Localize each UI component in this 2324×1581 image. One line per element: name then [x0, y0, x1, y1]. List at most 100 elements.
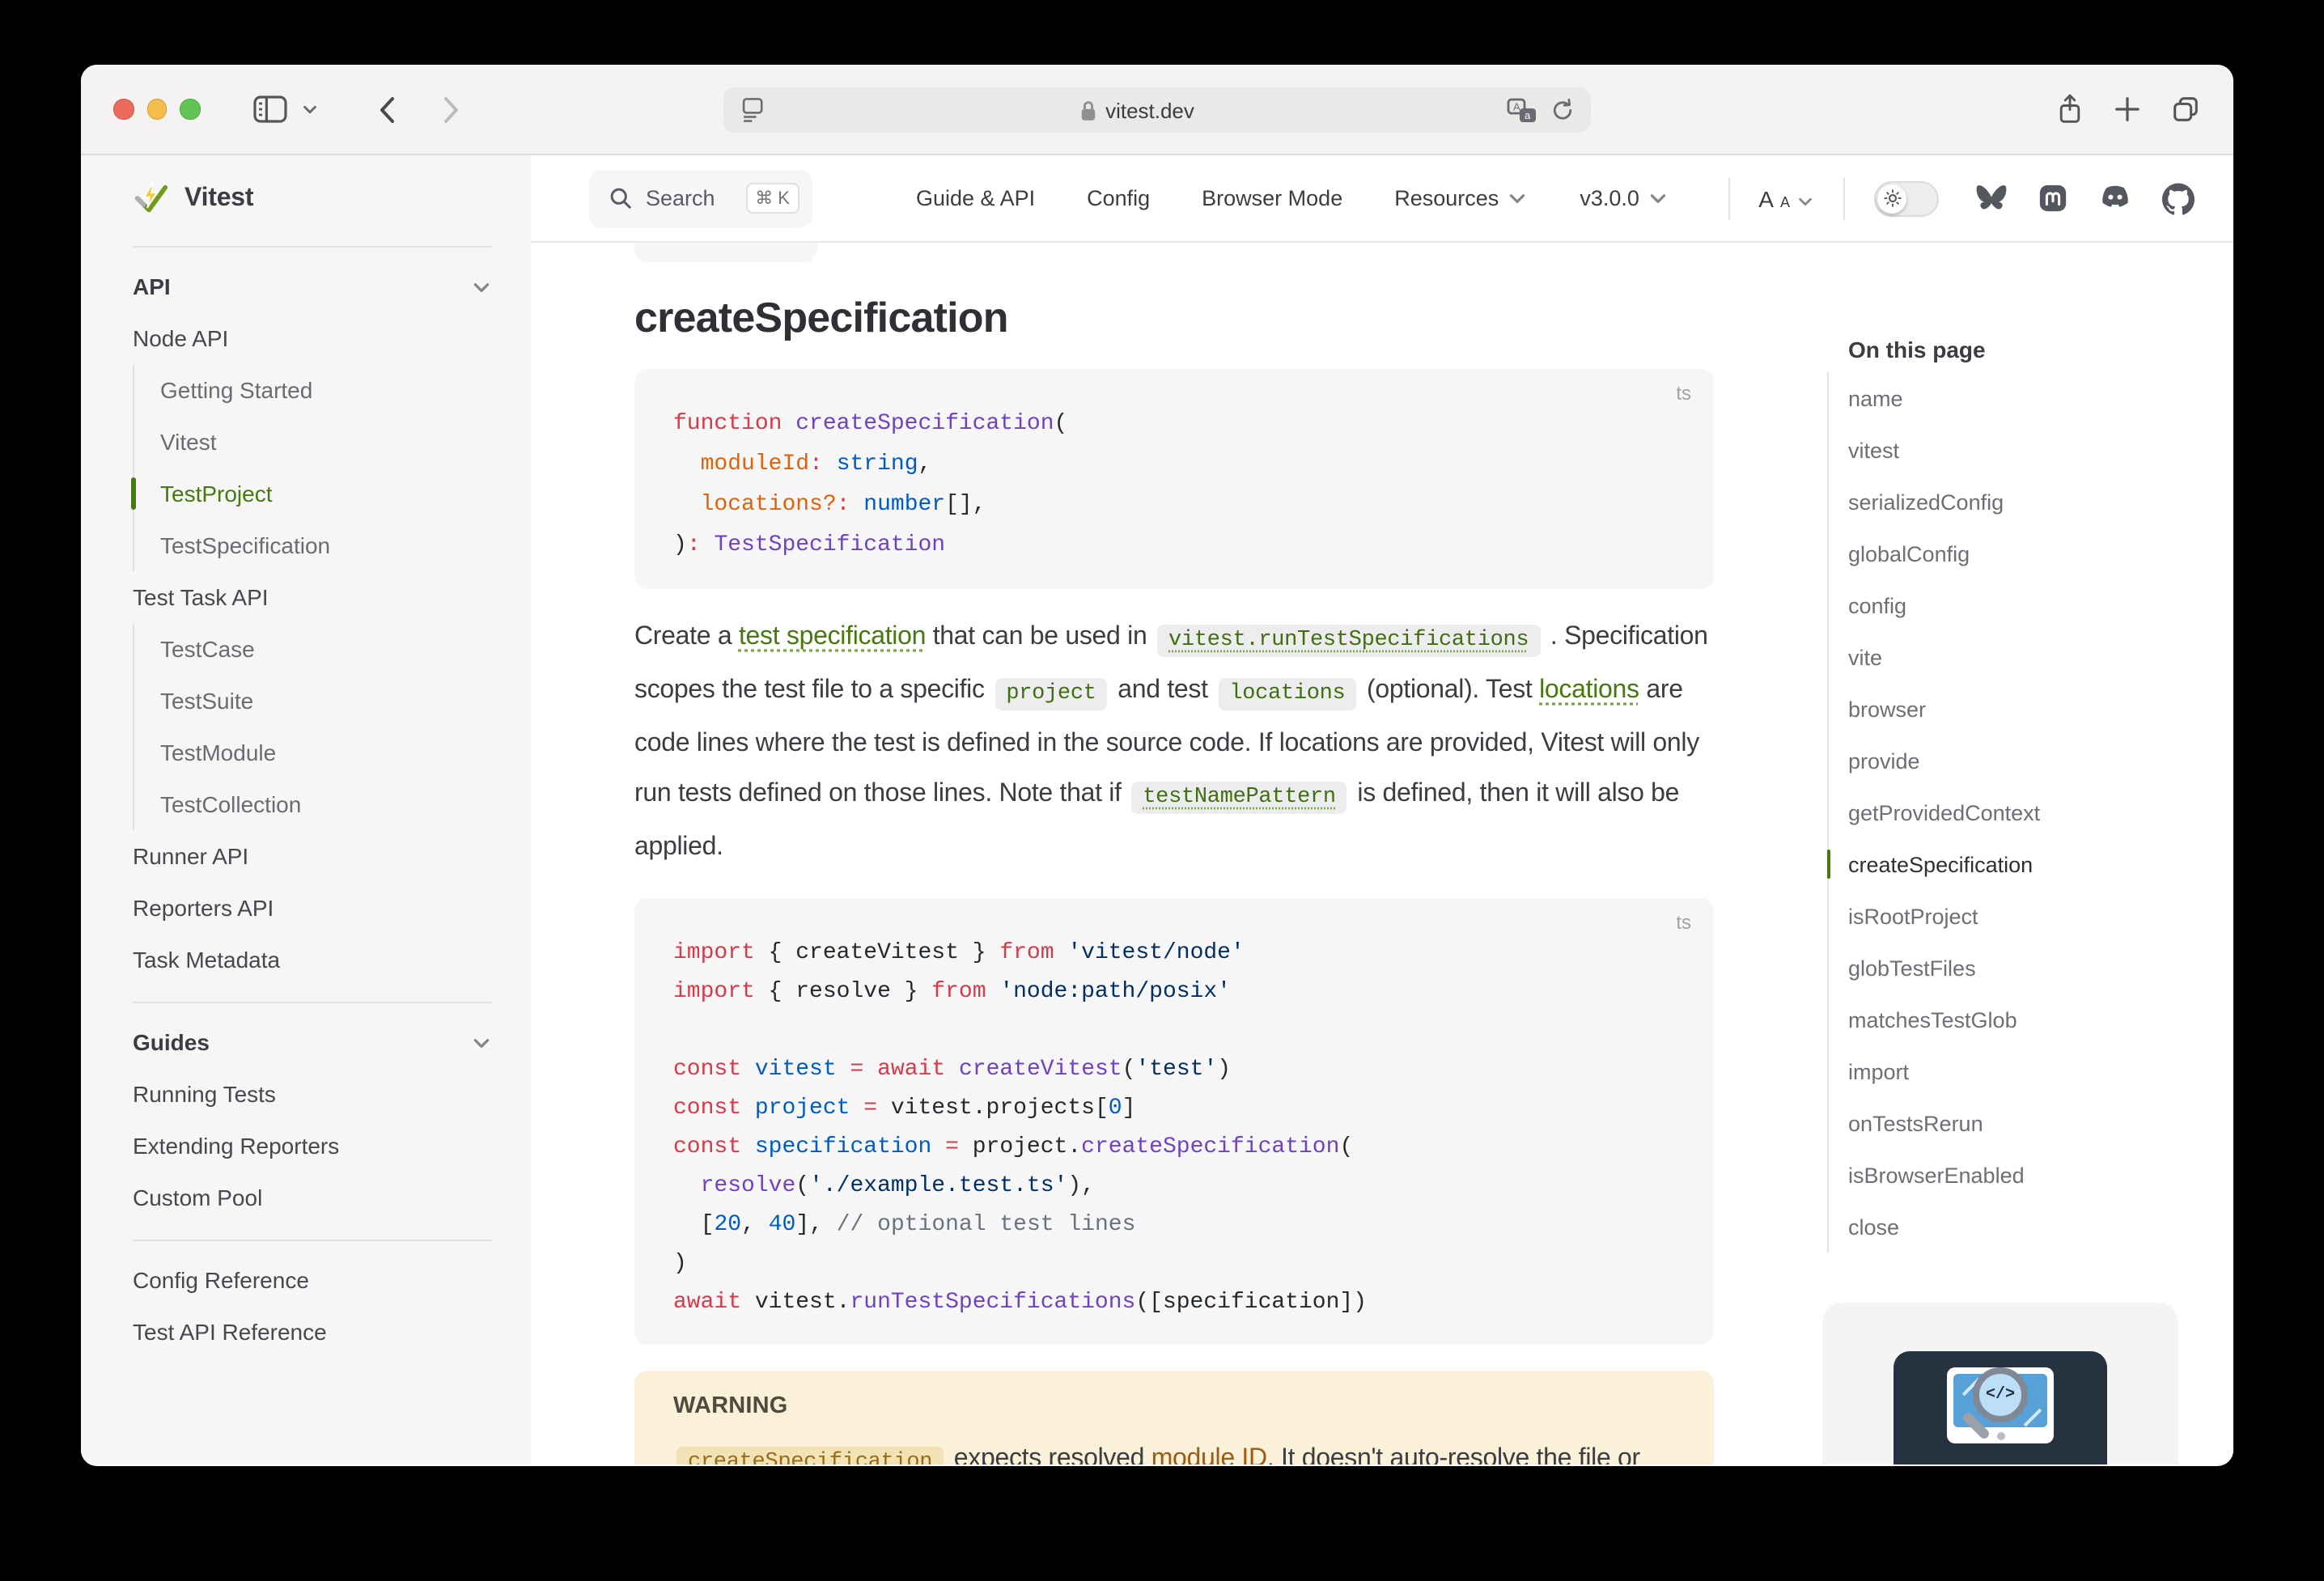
- nav-link-browser-mode[interactable]: Browser Mode: [1202, 186, 1342, 210]
- new-tab-button[interactable]: [2114, 95, 2141, 123]
- inline-link[interactable]: module ID: [1151, 1445, 1267, 1464]
- sidebar-item-vitest[interactable]: Vitest: [160, 416, 492, 468]
- inline-code: locations: [1218, 677, 1356, 710]
- svg-text:A: A: [1513, 100, 1520, 112]
- sidebar-item-testcollection[interactable]: TestCollection: [160, 778, 492, 830]
- chevron-down-icon: [1796, 192, 1814, 210]
- vitest-logo-icon: [133, 180, 170, 218]
- sidebar-item-config-reference[interactable]: Config Reference: [133, 1254, 492, 1306]
- language-menu-button[interactable]: A A: [1758, 187, 1814, 210]
- translate-icon: A: [1758, 187, 1774, 210]
- inline-link[interactable]: test specification: [739, 623, 926, 651]
- sidebar-toggle-button[interactable]: [252, 94, 287, 125]
- sidebar-item-testproject[interactable]: TestProject: [160, 468, 492, 519]
- code-line: ): [673, 1244, 1675, 1283]
- bluesky-link[interactable]: [1974, 183, 2008, 214]
- search-icon: [609, 186, 633, 210]
- outline-item-isrootproject[interactable]: isRootProject: [1848, 890, 2216, 942]
- code-lines: function createSpecification( moduleId: …: [673, 405, 1675, 566]
- discord-link[interactable]: [2097, 183, 2133, 214]
- sidebar-section-api[interactable]: API: [133, 261, 492, 312]
- reload-button[interactable]: [1550, 97, 1575, 123]
- traffic-lights: [113, 100, 200, 120]
- bluesky-icon: [1974, 183, 2008, 214]
- outline-item-vite[interactable]: vite: [1848, 631, 2216, 683]
- site-logo[interactable]: Vitest: [133, 168, 492, 230]
- outline-item-provide[interactable]: provide: [1848, 735, 2216, 786]
- outline-item-globtestfiles[interactable]: globTestFiles: [1848, 942, 2216, 994]
- zoom-window-button[interactable]: [180, 100, 200, 120]
- translate-page-button[interactable]: Aa: [1507, 96, 1537, 124]
- back-button[interactable]: [376, 95, 396, 124]
- outline-item-close[interactable]: close: [1848, 1201, 2216, 1253]
- nav-link-label: Browser Mode: [1202, 186, 1342, 210]
- chevron-down-icon: [471, 1032, 492, 1053]
- nav-link-v3-0-0[interactable]: v3.0.0: [1580, 186, 1669, 210]
- sidebar-toggle-icon: [252, 94, 287, 125]
- example-code-block[interactable]: ts import { createVitest } from 'vitest/…: [634, 898, 1714, 1345]
- browser-toolbar: vitest.dev Aa: [81, 65, 2233, 155]
- outline-item-serializedconfig[interactable]: serializedConfig: [1848, 476, 2216, 528]
- nav-link-guide-api[interactable]: Guide & API: [916, 186, 1035, 210]
- sidebar-section-guides[interactable]: Guides: [133, 1016, 492, 1068]
- sidebar-options-chevron[interactable]: [300, 100, 318, 118]
- outline-item-matchestestglob[interactable]: matchesTestGlob: [1848, 994, 2216, 1045]
- github-link[interactable]: [2162, 182, 2195, 214]
- sidebar-item-custom-pool[interactable]: Custom Pool: [133, 1172, 492, 1223]
- code-line: locations?: number[],: [673, 485, 1675, 526]
- sidebar-item-test-task-api[interactable]: Test Task API: [133, 571, 492, 623]
- sidebar-item-test-api-reference[interactable]: Test API Reference: [133, 1306, 492, 1358]
- code-line: [20, 40], // optional test lines: [673, 1206, 1675, 1244]
- sidebar-item-testspecification[interactable]: TestSpecification: [160, 519, 492, 571]
- close-window-button[interactable]: [113, 100, 134, 120]
- address-bar[interactable]: vitest.dev Aa: [723, 87, 1591, 133]
- tab-overview-button[interactable]: [2170, 94, 2201, 125]
- magnifier-lens: </>: [1973, 1367, 2028, 1422]
- code-line: import { resolve } from 'node:path/posix…: [673, 973, 1675, 1011]
- sidebar-item-runner-api[interactable]: Runner API: [133, 830, 492, 882]
- sidebar-item-node-api[interactable]: Node API: [133, 312, 492, 364]
- sidebar-item-extending-reporters[interactable]: Extending Reporters: [133, 1120, 492, 1172]
- mastodon-link[interactable]: [2038, 183, 2068, 214]
- search-button[interactable]: Search ⌘ K: [589, 169, 812, 227]
- nav-link-label: Config: [1087, 186, 1150, 210]
- outline-item-config[interactable]: config: [1848, 579, 2216, 631]
- sidebar-item-testcase[interactable]: TestCase: [160, 623, 492, 675]
- outline-item-ontestsrerun[interactable]: onTestsRerun: [1848, 1097, 2216, 1149]
- page-title: createSpecification: [634, 291, 1714, 343]
- svg-text:a: a: [1525, 108, 1531, 121]
- outline-item-isbrowserenabled[interactable]: isBrowserEnabled: [1848, 1149, 2216, 1201]
- reader-icon[interactable]: [740, 95, 767, 125]
- ad-card[interactable]: </>: [1822, 1303, 2178, 1464]
- outline-item-browser[interactable]: browser: [1848, 683, 2216, 735]
- vitest-docs-site: Vitest APINode APIGetting StartedVitestT…: [81, 155, 2233, 1464]
- sidebar-item-task-metadata[interactable]: Task Metadata: [133, 934, 492, 985]
- theme-toggle[interactable]: [1874, 180, 1939, 216]
- sidebar-item-testmodule[interactable]: TestModule: [160, 727, 492, 778]
- outline-item-globalconfig[interactable]: globalConfig: [1848, 528, 2216, 579]
- github-icon: [2162, 182, 2195, 214]
- nav-link-resources[interactable]: Resources: [1394, 186, 1528, 210]
- sidebar-item-getting-started[interactable]: Getting Started: [160, 364, 492, 416]
- signature-code-block[interactable]: ts function createSpecification( moduleI…: [634, 369, 1714, 589]
- sidebar-item-testsuite[interactable]: TestSuite: [160, 675, 492, 727]
- social-links: [1974, 182, 2195, 214]
- chevron-down-icon: [1648, 188, 1669, 209]
- forward-button[interactable]: [441, 95, 460, 124]
- sidebar-item-running-tests[interactable]: Running Tests: [133, 1068, 492, 1120]
- divider: [133, 246, 492, 248]
- site-logo-text: Vitest: [184, 184, 253, 214]
- inline-code-link[interactable]: testNamePattern: [1131, 781, 1347, 813]
- outline-item-name[interactable]: name: [1848, 372, 2216, 424]
- inline-code-link[interactable]: vitest.runTestSpecifications: [1157, 624, 1540, 656]
- share-button[interactable]: [2055, 92, 2084, 126]
- outline-item-createspecification[interactable]: createSpecification: [1848, 838, 2216, 890]
- outline-item-getprovidedcontext[interactable]: getProvidedContext: [1848, 786, 2216, 838]
- back-icon: [376, 95, 396, 124]
- nav-link-config[interactable]: Config: [1087, 186, 1150, 210]
- outline-item-import[interactable]: import: [1848, 1045, 2216, 1097]
- inline-link[interactable]: locations: [1539, 676, 1639, 704]
- sidebar-item-reporters-api[interactable]: Reporters API: [133, 882, 492, 934]
- outline-item-vitest[interactable]: vitest: [1848, 424, 2216, 476]
- minimize-window-button[interactable]: [146, 100, 167, 120]
